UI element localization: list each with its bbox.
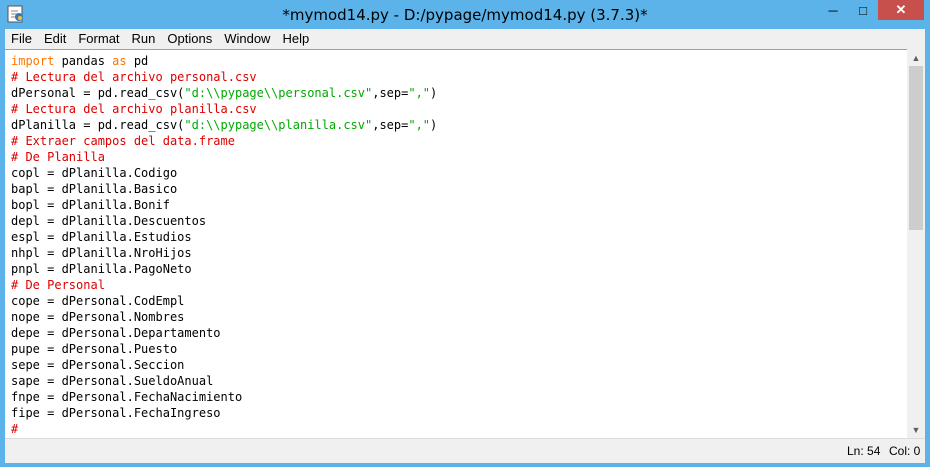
code-token: dPersonal = pd.read_csv( (11, 86, 185, 100)
comment-token: # Extraer campos del data.frame (11, 134, 235, 148)
code-line[interactable]: pupe = dPersonal.Puesto (11, 342, 177, 356)
code-token: fipe = dPersonal.FechaIngreso (11, 406, 221, 420)
string-token: "," (408, 118, 431, 132)
menu-options[interactable]: Options (161, 29, 218, 49)
code-line[interactable]: fnpe = dPersonal.FechaNacimiento (11, 390, 242, 404)
code-token: ,sep= (372, 86, 409, 100)
code-line[interactable]: sape = dPersonal.SueldoAnual (11, 374, 213, 388)
code-token: nope = dPersonal.Nombres (11, 310, 185, 324)
code-token: pnpl = dPlanilla.PagoNeto (11, 262, 192, 276)
code-line[interactable]: bapl = dPlanilla.Basico (11, 182, 177, 196)
code-token: depe = dPersonal.Departamento (11, 326, 221, 340)
title-bar[interactable]: *mymod14.py - D:/pypage/mymod14.py (3.7.… (0, 0, 930, 29)
keyword-token: import (11, 54, 55, 68)
scrollbar-thumb[interactable] (909, 66, 923, 230)
comment-token: # De Planilla (11, 150, 105, 164)
code-line[interactable]: # De Planilla (11, 150, 105, 164)
code-editor[interactable]: import pandas as pd # Lectura del archiv… (5, 49, 907, 438)
menu-file[interactable]: File (5, 29, 38, 49)
code-line[interactable]: depl = dPlanilla.Descuentos (11, 214, 206, 228)
code-token: dPlanilla = pd.read_csv( (11, 118, 185, 132)
code-line[interactable]: bopl = dPlanilla.Bonif (11, 198, 170, 212)
code-token: sape = dPersonal.SueldoAnual (11, 374, 214, 388)
code-token: pupe = dPersonal.Puesto (11, 342, 178, 356)
code-line[interactable]: nope = dPersonal.Nombres (11, 310, 184, 324)
code-line[interactable]: # Lectura del archivo planilla.csv (11, 102, 257, 116)
code-line[interactable]: espl = dPlanilla.Estudios (11, 230, 192, 244)
maximize-button[interactable]: □ (848, 0, 878, 20)
code-token: nhpl = dPlanilla.NroHijos (11, 246, 192, 260)
code-token: cope = dPersonal.CodEmpl (11, 294, 185, 308)
code-token: bapl = dPlanilla.Basico (11, 182, 178, 196)
menu-help[interactable]: Help (276, 29, 315, 49)
comment-token: # De Personal (11, 278, 105, 292)
scroll-down-icon[interactable]: ▼ (907, 421, 925, 438)
code-token: sepe = dPersonal.Seccion (11, 358, 185, 372)
menu-format[interactable]: Format (72, 29, 125, 49)
idle-editor-window: *mymod14.py - D:/pypage/mymod14.py (3.7.… (0, 0, 930, 467)
string-token: "d:\\pypage\\personal.csv" (184, 86, 373, 100)
code-line[interactable]: pnpl = dPlanilla.PagoNeto (11, 262, 192, 276)
code-line[interactable]: nhpl = dPlanilla.NroHijos (11, 246, 192, 260)
code-line[interactable]: # Extraer campos del data.frame (11, 134, 235, 148)
code-token: ) (430, 86, 438, 100)
code-token: bopl = dPlanilla.Bonif (11, 198, 170, 212)
code-line[interactable]: dPlanilla = pd.read_csv("d:\\pypage\\pla… (11, 118, 437, 132)
code-line[interactable]: import pandas as pd (11, 54, 148, 68)
code-line[interactable]: # De Personal (11, 278, 105, 292)
comment-token: # Lectura del archivo planilla.csv (11, 102, 257, 116)
keyword-token: as (112, 54, 127, 68)
string-token: "d:\\pypage\\planilla.csv" (184, 118, 373, 132)
code-token: copl = dPlanilla.Codigo (11, 166, 178, 180)
code-line[interactable]: copl = dPlanilla.Codigo (11, 166, 177, 180)
code-line[interactable]: dPersonal = pd.read_csv("d:\\pypage\\per… (11, 86, 437, 100)
comment-token: # Lectura del archivo personal.csv (11, 70, 257, 84)
string-token: "," (408, 86, 431, 100)
code-token: pd (126, 54, 149, 68)
code-token: pandas (54, 54, 113, 68)
cursor-line: Ln: 54 (847, 444, 881, 458)
menu-window[interactable]: Window (218, 29, 276, 49)
code-line[interactable]: fipe = dPersonal.FechaIngreso (11, 406, 221, 420)
code-text[interactable]: import pandas as pd # Lectura del archiv… (11, 53, 437, 437)
code-line[interactable]: depe = dPersonal.Departamento (11, 326, 221, 340)
window-title: *mymod14.py - D:/pypage/mymod14.py (3.7.… (282, 6, 648, 24)
menu-bar: File Edit Format Run Options Window Help (5, 29, 925, 49)
status-bar: Ln: 54 Col: 0 (5, 438, 925, 463)
code-line[interactable]: sepe = dPersonal.Seccion (11, 358, 184, 372)
code-token: fnpe = dPersonal.FechaNacimiento (11, 390, 243, 404)
scroll-up-icon[interactable]: ▲ (907, 49, 925, 66)
vertical-scrollbar[interactable]: ▲ ▼ (907, 49, 925, 438)
menu-run[interactable]: Run (126, 29, 162, 49)
code-token: ) (430, 118, 438, 132)
minimize-button[interactable]: ─ (818, 0, 848, 20)
cursor-column: Col: 0 (889, 444, 921, 458)
code-token: ,sep= (372, 118, 409, 132)
code-line[interactable]: # (11, 422, 18, 436)
window-controls: ─ □ ✕ (818, 0, 924, 20)
close-button[interactable]: ✕ (878, 0, 924, 20)
comment-token: # (11, 422, 19, 436)
menu-edit[interactable]: Edit (38, 29, 72, 49)
code-line[interactable]: # Lectura del archivo personal.csv (11, 70, 257, 84)
code-token: espl = dPlanilla.Estudios (11, 230, 192, 244)
code-token: depl = dPlanilla.Descuentos (11, 214, 207, 228)
code-line[interactable]: cope = dPersonal.CodEmpl (11, 294, 184, 308)
